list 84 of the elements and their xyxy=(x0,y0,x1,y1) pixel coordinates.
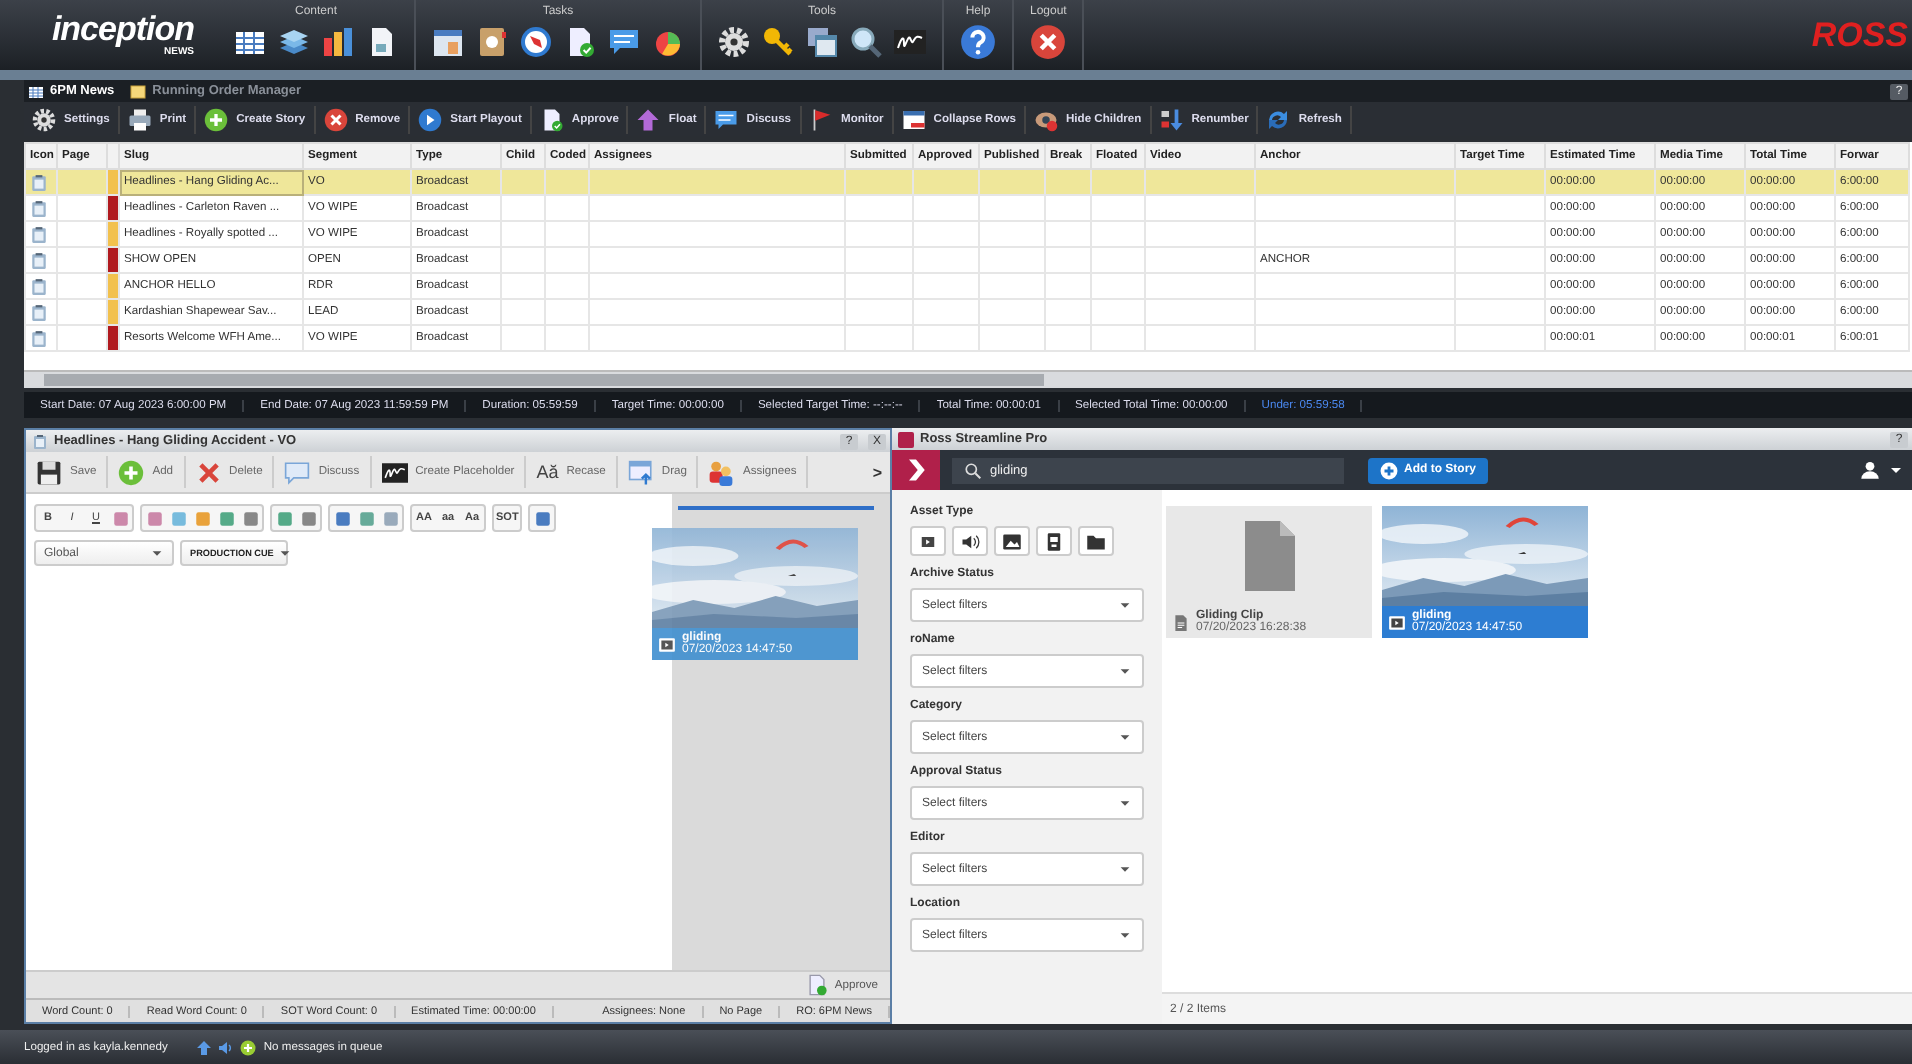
brand-logo: ROSS xyxy=(1811,15,1910,55)
format-button[interactable] xyxy=(330,506,354,530)
bar-chart-icon[interactable] xyxy=(322,26,354,58)
story-icon xyxy=(32,433,48,449)
format-button[interactable] xyxy=(272,506,296,530)
caret-icon xyxy=(1118,730,1132,744)
plus-icon xyxy=(239,1039,256,1055)
printer-icon xyxy=(127,107,152,131)
flag-icon xyxy=(809,107,834,131)
caret-icon xyxy=(1888,462,1904,478)
more-button[interactable]: > xyxy=(864,463,890,481)
people-icon xyxy=(708,459,735,485)
gear-icon xyxy=(32,107,56,131)
format-button[interactable] xyxy=(214,506,238,530)
format-button[interactable] xyxy=(108,506,132,530)
up-arrow-icon xyxy=(195,1039,212,1055)
address-book-icon[interactable] xyxy=(476,26,508,58)
search-icon xyxy=(964,461,982,479)
speech-bubble-icon[interactable] xyxy=(608,26,640,58)
file-icon xyxy=(1172,613,1190,631)
asset-type-button[interactable] xyxy=(910,526,946,556)
table-icon xyxy=(28,83,44,99)
close-icon[interactable] xyxy=(1030,24,1067,60)
speech-bubble-icon xyxy=(714,107,739,131)
speaker-icon xyxy=(960,531,980,551)
hide-icon xyxy=(1034,107,1058,131)
signature-icon[interactable] xyxy=(894,26,926,58)
story-icon xyxy=(30,303,48,321)
help-icon[interactable] xyxy=(960,24,996,60)
table-icon xyxy=(901,107,926,131)
delete-icon xyxy=(195,459,222,485)
video-icon xyxy=(658,635,676,653)
plus-icon xyxy=(118,459,145,485)
format-button[interactable] xyxy=(296,506,320,530)
caret-icon xyxy=(150,546,164,560)
asset-type-button[interactable] xyxy=(994,526,1030,556)
caret-icon xyxy=(1118,598,1132,612)
play-icon xyxy=(418,107,443,131)
calendar-icon xyxy=(627,459,654,485)
asset-type-button[interactable] xyxy=(952,526,988,556)
video-icon xyxy=(1388,613,1406,631)
video-icon xyxy=(918,531,938,551)
windows-icon[interactable] xyxy=(806,26,838,58)
key-icon[interactable] xyxy=(762,26,794,58)
document-icon[interactable] xyxy=(366,26,398,58)
format-button[interactable] xyxy=(142,506,166,530)
format-button[interactable] xyxy=(238,506,262,530)
story-icon xyxy=(30,277,48,295)
caret-icon xyxy=(1118,928,1132,942)
pie-chart-icon[interactable] xyxy=(652,26,684,58)
sort-icon xyxy=(1159,107,1184,131)
caret-icon xyxy=(277,546,292,560)
app-logo: inception xyxy=(51,13,194,45)
story-icon xyxy=(30,199,48,217)
speech-bubble-icon xyxy=(284,459,311,485)
story-icon xyxy=(30,173,48,191)
caret-icon xyxy=(1118,664,1132,678)
compass-icon[interactable] xyxy=(520,26,552,58)
search-icon[interactable] xyxy=(850,26,882,58)
horizontal-scrollbar[interactable] xyxy=(24,370,1912,388)
plus-icon xyxy=(1380,461,1398,479)
plus-icon xyxy=(204,107,229,131)
story-icon xyxy=(30,225,48,243)
signature-icon xyxy=(381,459,408,485)
asset-type-button[interactable] xyxy=(1036,526,1072,556)
user-icon xyxy=(1860,460,1880,480)
speaker-icon xyxy=(217,1039,234,1055)
story-icon xyxy=(30,251,48,269)
note-icon xyxy=(130,83,147,99)
layers-icon[interactable] xyxy=(278,26,310,58)
gear-icon[interactable] xyxy=(718,26,750,58)
up-arrow-icon xyxy=(636,107,661,131)
save-icon xyxy=(36,459,62,485)
image-icon xyxy=(1002,531,1022,551)
table-icon[interactable] xyxy=(234,26,266,58)
refresh-icon xyxy=(1266,107,1291,131)
caret-icon xyxy=(1118,796,1132,810)
story-icon xyxy=(30,329,48,347)
calendar-icon[interactable] xyxy=(432,26,464,58)
caret-icon xyxy=(1118,862,1132,876)
remove-icon xyxy=(323,107,348,131)
toolbar-icon xyxy=(533,509,552,527)
folder-icon xyxy=(1086,531,1106,551)
asset-type-button[interactable] xyxy=(1078,526,1114,556)
